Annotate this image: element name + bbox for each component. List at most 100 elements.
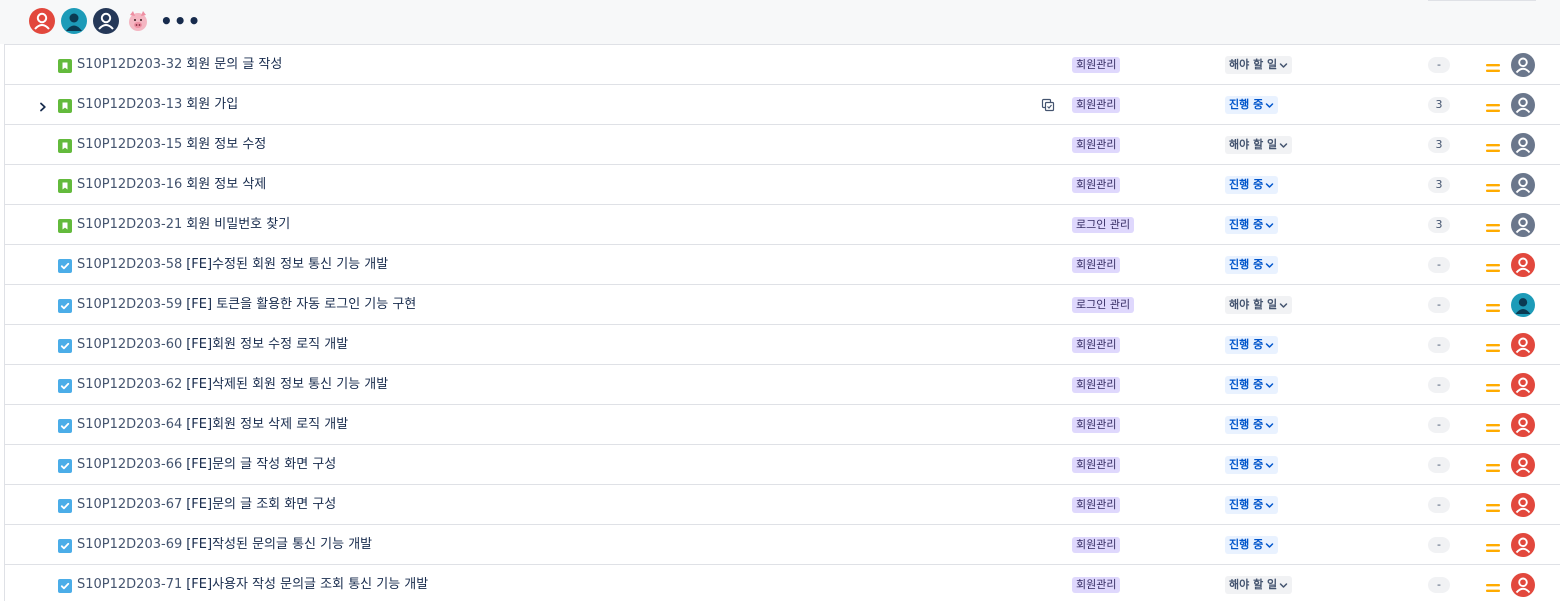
priority-medium-icon[interactable] <box>1486 59 1500 72</box>
table-row[interactable]: S10P12D203-66 [FE]문의 글 작성 화면 구성 회원관리 진행 중 - <box>5 445 1560 485</box>
assignee-avatar[interactable] <box>1511 213 1535 237</box>
priority-medium-icon[interactable] <box>1486 219 1500 232</box>
priority-medium-icon[interactable] <box>1486 139 1500 152</box>
issue-key-link[interactable]: S10P12D203-62 [FE]삭제된 회원 정보 통신 기능 개발 <box>77 376 388 394</box>
issue-key[interactable]: S10P12D203-62 <box>77 377 182 392</box>
status-dropdown[interactable]: 해야 할 일 <box>1225 136 1293 154</box>
issue-key-link[interactable]: S10P12D203-21 회원 비밀번호 찾기 <box>77 216 290 234</box>
status-dropdown[interactable]: 진행 중 <box>1225 376 1279 394</box>
issue-summary[interactable]: 회원 가입 <box>186 97 238 112</box>
priority-medium-icon[interactable] <box>1486 379 1500 392</box>
assignee-avatar[interactable] <box>1511 373 1535 397</box>
issue-key-link[interactable]: S10P12D203-13 회원 가입 <box>77 96 238 114</box>
assignee-avatar[interactable] <box>1511 133 1535 157</box>
issue-key-link[interactable]: S10P12D203-15 회원 정보 수정 <box>77 136 266 154</box>
issue-summary[interactable]: 회원 정보 수정 <box>186 137 266 152</box>
assignee-avatar[interactable] <box>1511 253 1535 277</box>
issue-summary[interactable]: [FE]회원 정보 삭제 로직 개발 <box>186 417 348 432</box>
issue-key[interactable]: S10P12D203-69 <box>77 537 182 552</box>
priority-medium-icon[interactable] <box>1486 459 1500 472</box>
status-dropdown[interactable]: 진행 중 <box>1225 416 1279 434</box>
more-avatars-button[interactable]: ••• <box>160 11 201 31</box>
table-row[interactable]: S10P12D203-21 회원 비밀번호 찾기 로그인 관리 진행 중 3 <box>5 205 1560 245</box>
issue-summary[interactable]: [FE] 토큰을 활용한 자동 로그인 기능 구현 <box>186 297 416 312</box>
priority-medium-icon[interactable] <box>1486 579 1500 592</box>
priority-medium-icon[interactable] <box>1486 499 1500 512</box>
issue-key-link[interactable]: S10P12D203-59 [FE] 토큰을 활용한 자동 로그인 기능 구현 <box>77 296 416 314</box>
status-dropdown[interactable]: 진행 중 <box>1225 336 1279 354</box>
assignee-avatar[interactable] <box>1511 173 1535 197</box>
assignee-avatar[interactable] <box>1511 53 1535 77</box>
table-row[interactable]: S10P12D203-13 회원 가입 회원관리 진행 중 3 <box>5 85 1560 125</box>
status-dropdown[interactable]: 진행 중 <box>1225 536 1279 554</box>
issue-key[interactable]: S10P12D203-67 <box>77 497 182 512</box>
priority-medium-icon[interactable] <box>1486 419 1500 432</box>
issue-key-link[interactable]: S10P12D203-16 회원 정보 삭제 <box>77 176 266 194</box>
table-row[interactable]: S10P12D203-64 [FE]회원 정보 삭제 로직 개발 회원관리 진행 중 - <box>5 405 1560 445</box>
priority-medium-icon[interactable] <box>1486 539 1500 552</box>
priority-medium-icon[interactable] <box>1486 179 1500 192</box>
table-row[interactable]: S10P12D203-67 [FE]문의 글 조회 화면 구성 회원관리 진행 중 - <box>5 485 1560 525</box>
issue-summary[interactable]: [FE]작성된 문의글 통신 기능 개발 <box>186 537 372 552</box>
status-dropdown[interactable]: 진행 중 <box>1225 176 1279 194</box>
issue-summary[interactable]: [FE]문의 글 조회 화면 구성 <box>186 497 336 512</box>
assignee-avatar[interactable] <box>1511 413 1535 437</box>
table-row[interactable]: S10P12D203-60 [FE]회원 정보 수정 로직 개발 회원관리 진행 중 - <box>5 325 1560 365</box>
assignee-avatar[interactable] <box>1511 293 1535 317</box>
table-row[interactable]: S10P12D203-58 [FE]수정된 회원 정보 통신 기능 개발 회원관리 진… <box>5 245 1560 285</box>
user-avatar-orange[interactable] <box>29 8 55 34</box>
issue-summary[interactable]: 회원 비밀번호 찾기 <box>186 217 290 232</box>
issue-summary[interactable]: [FE]수정된 회원 정보 통신 기능 개발 <box>186 257 388 272</box>
issue-key-link[interactable]: S10P12D203-69 [FE]작성된 문의글 통신 기능 개발 <box>77 536 372 554</box>
issue-key[interactable]: S10P12D203-71 <box>77 577 182 592</box>
issue-key-link[interactable]: S10P12D203-60 [FE]회원 정보 수정 로직 개발 <box>77 336 348 354</box>
assignee-avatar[interactable] <box>1511 533 1535 557</box>
issue-key[interactable]: S10P12D203-16 <box>77 177 182 192</box>
table-row[interactable]: S10P12D203-16 회원 정보 삭제 회원관리 진행 중 3 <box>5 165 1560 205</box>
priority-medium-icon[interactable] <box>1486 339 1500 352</box>
issue-key-link[interactable]: S10P12D203-67 [FE]문의 글 조회 화면 구성 <box>77 496 336 514</box>
user-avatar-pig[interactable] <box>125 8 151 34</box>
user-avatar-teal[interactable] <box>61 8 87 34</box>
issue-summary[interactable]: [FE]사용자 작성 문의글 조회 통신 기능 개발 <box>186 577 428 592</box>
assignee-avatar[interactable] <box>1511 453 1535 477</box>
issue-key-link[interactable]: S10P12D203-71 [FE]사용자 작성 문의글 조회 통신 기능 개발 <box>77 576 428 594</box>
table-row[interactable]: S10P12D203-59 [FE] 토큰을 활용한 자동 로그인 기능 구현 로그… <box>5 285 1560 325</box>
priority-medium-icon[interactable] <box>1486 99 1500 112</box>
status-dropdown[interactable]: 진행 중 <box>1225 216 1279 234</box>
priority-medium-icon[interactable] <box>1486 259 1500 272</box>
assignee-avatar[interactable] <box>1511 333 1535 357</box>
issue-key[interactable]: S10P12D203-13 <box>77 97 182 112</box>
priority-medium-icon[interactable] <box>1486 299 1500 312</box>
assignee-avatar[interactable] <box>1511 93 1535 117</box>
issue-summary[interactable]: [FE]문의 글 작성 화면 구성 <box>186 457 336 472</box>
table-row[interactable]: S10P12D203-71 [FE]사용자 작성 문의글 조회 통신 기능 개발 회… <box>5 565 1560 601</box>
issue-key[interactable]: S10P12D203-21 <box>77 217 182 232</box>
status-dropdown[interactable]: 해야 할 일 <box>1225 56 1293 74</box>
issue-summary[interactable]: 회원 문의 글 작성 <box>186 57 282 72</box>
issue-key-link[interactable]: S10P12D203-66 [FE]문의 글 작성 화면 구성 <box>77 456 336 474</box>
issue-key[interactable]: S10P12D203-59 <box>77 297 182 312</box>
issue-key[interactable]: S10P12D203-66 <box>77 457 182 472</box>
status-dropdown[interactable]: 해야 할 일 <box>1225 576 1293 594</box>
issue-key[interactable]: S10P12D203-32 <box>77 57 182 72</box>
issue-key[interactable]: S10P12D203-60 <box>77 337 182 352</box>
status-dropdown[interactable]: 진행 중 <box>1225 496 1279 514</box>
issue-summary[interactable]: [FE]삭제된 회원 정보 통신 기능 개발 <box>186 377 388 392</box>
user-avatar-navy[interactable] <box>93 8 119 34</box>
issue-key-link[interactable]: S10P12D203-58 [FE]수정된 회원 정보 통신 기능 개발 <box>77 256 388 274</box>
assignee-avatar[interactable] <box>1511 573 1535 597</box>
issue-summary[interactable]: 회원 정보 삭제 <box>186 177 266 192</box>
table-row[interactable]: S10P12D203-15 회원 정보 수정 회원관리 해야 할 일 3 <box>5 125 1560 165</box>
issue-key[interactable]: S10P12D203-15 <box>77 137 182 152</box>
status-dropdown[interactable]: 진행 중 <box>1225 456 1279 474</box>
issue-key[interactable]: S10P12D203-58 <box>77 257 182 272</box>
issue-key-link[interactable]: S10P12D203-64 [FE]회원 정보 삭제 로직 개발 <box>77 416 348 434</box>
issue-key-link[interactable]: S10P12D203-32 회원 문의 글 작성 <box>77 56 282 74</box>
status-dropdown[interactable]: 진행 중 <box>1225 256 1279 274</box>
status-dropdown[interactable]: 진행 중 <box>1225 96 1279 114</box>
expand-chevron-icon[interactable] <box>37 98 49 112</box>
table-row[interactable]: S10P12D203-32 회원 문의 글 작성 회원관리 해야 할 일 - <box>5 45 1560 85</box>
assignee-avatar[interactable] <box>1511 493 1535 517</box>
table-row[interactable]: S10P12D203-69 [FE]작성된 문의글 통신 기능 개발 회원관리 진행 … <box>5 525 1560 565</box>
